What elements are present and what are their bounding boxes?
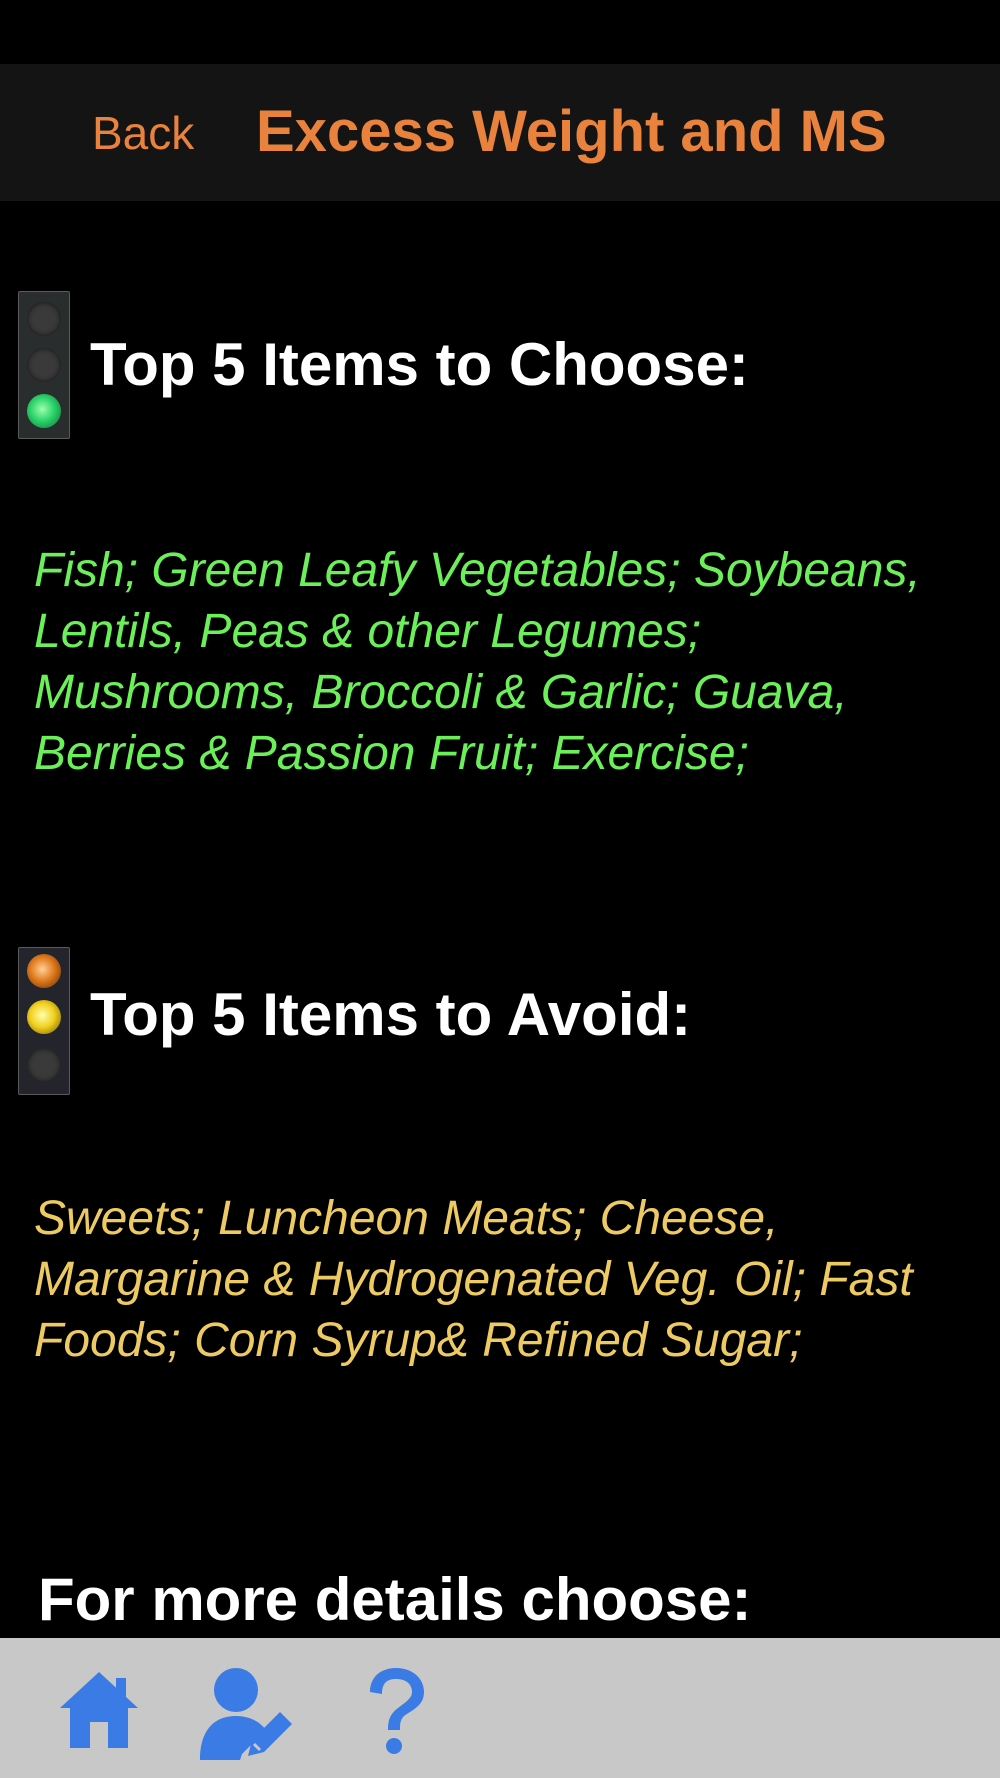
- question-mark-icon[interactable]: [364, 1666, 428, 1761]
- page-title: Excess Weight and MS: [256, 99, 887, 164]
- avoid-items-text: Sweets; Luncheon Meats; Cheese, Margarin…: [34, 1192, 913, 1367]
- choose-heading: Top 5 Items to Choose:: [90, 331, 749, 398]
- more-details-heading: For more details choose:: [38, 1566, 752, 1633]
- back-button[interactable]: Back: [92, 106, 194, 160]
- navigation-bar: Back Excess Weight and MS: [0, 64, 1000, 201]
- home-icon[interactable]: [56, 1666, 142, 1757]
- tab-bar: [0, 1638, 1000, 1778]
- choose-items-text: Fish; Green Leafy Vegetables; Soybeans, …: [34, 544, 921, 780]
- user-edit-icon[interactable]: [196, 1666, 296, 1767]
- yellow-traffic-light-icon: [18, 947, 70, 1095]
- avoid-heading: Top 5 Items to Avoid:: [90, 981, 692, 1048]
- green-traffic-light-icon: [18, 291, 70, 439]
- status-bar: [0, 0, 1000, 64]
